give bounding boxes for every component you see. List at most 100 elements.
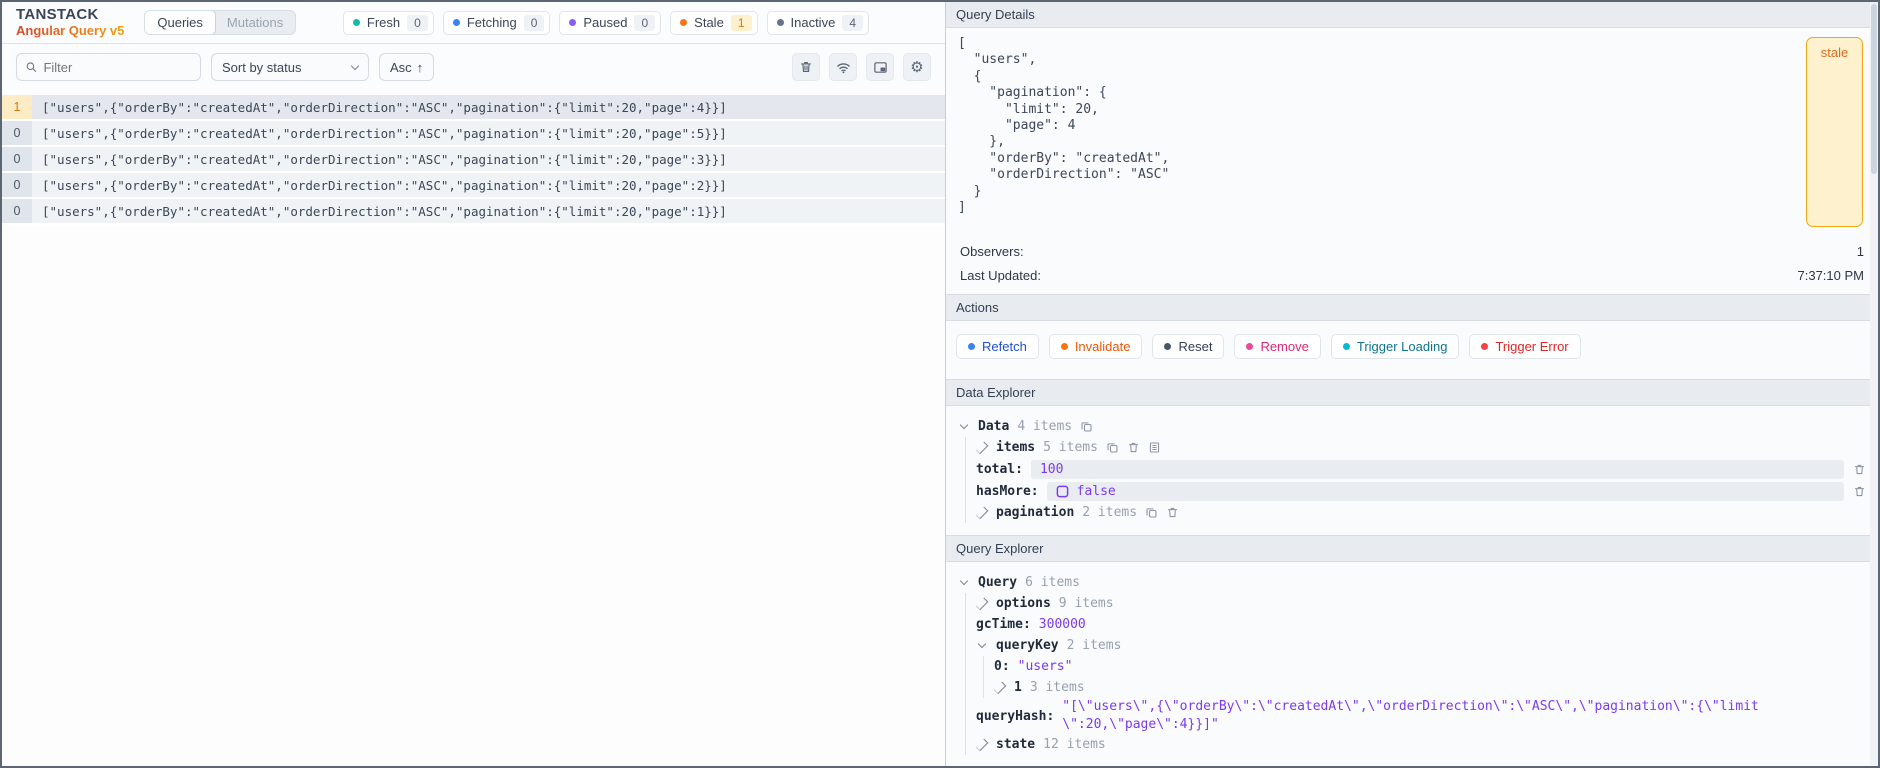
query-children: options 9 items gcTime: 300000 queryKey … [965, 593, 1866, 755]
sort-order-button[interactable]: Asc ↑ [379, 53, 434, 81]
chevron-right-icon [976, 442, 989, 455]
query-details-pane: Query Details [ "users", { "pagination":… [945, 2, 1878, 766]
delete-item-icon[interactable] [1166, 506, 1179, 519]
badge-inactive-count: 4 [842, 15, 863, 31]
wifi-icon [836, 60, 851, 75]
options-meta: 9 items [1059, 596, 1114, 611]
badge-fresh[interactable]: Fresh 0 [343, 11, 434, 35]
pip-icon [873, 60, 888, 75]
trigger-error-dot-icon [1481, 343, 1488, 350]
collapse-expander[interactable] [958, 581, 970, 584]
badge-fetching[interactable]: Fetching 0 [443, 11, 551, 35]
collapse-expander[interactable] [976, 644, 988, 647]
query-status-badge: stale [1806, 37, 1863, 227]
invalidate-dot-icon [1061, 343, 1068, 350]
list-icon[interactable] [1148, 441, 1161, 454]
collapse-expander[interactable] [958, 425, 970, 428]
query-key-json: [ "users", { "pagination": { "limit": 20… [958, 36, 1866, 216]
badge-fresh-label: Fresh [367, 15, 400, 30]
clear-cache-button[interactable] [792, 53, 820, 81]
gctime-label: gcTime: [976, 617, 1031, 632]
delete-field-icon[interactable] [1853, 485, 1866, 498]
filter-input[interactable] [43, 60, 192, 75]
pagination-label: pagination [996, 505, 1074, 520]
query-row[interactable]: 0 ["users",{"orderBy":"createdAt","order… [2, 147, 945, 173]
query-row-selected[interactable]: 1 ["users",{"orderBy":"createdAt","order… [2, 95, 945, 121]
last-updated-value: 7:37:10 PM [1798, 266, 1865, 286]
pagination-meta: 2 items [1082, 505, 1137, 520]
devtools-header: TANSTACK Angular Query v5 Queries Mutati… [2, 2, 945, 44]
trigger-loading-label: Trigger Loading [1357, 339, 1448, 354]
observer-count-badge: 0 [2, 121, 32, 145]
badge-stale[interactable]: Stale 1 [670, 11, 757, 35]
query-key: ["users",{"orderBy":"createdAt","orderDi… [32, 173, 737, 197]
querykey-row: queryKey 2 items [976, 635, 1866, 656]
expand-expander[interactable] [976, 445, 988, 451]
querykey-children: 0: "users" 1 3 items [983, 656, 1866, 698]
query-row[interactable]: 0 ["users",{"orderBy":"createdAt","order… [2, 199, 945, 225]
expand-expander[interactable] [976, 510, 988, 516]
delete-item-icon[interactable] [1127, 441, 1140, 454]
actions-header: Actions [946, 294, 1878, 321]
scrollbar-thumb[interactable] [1871, 4, 1877, 174]
refetch-dot-icon [968, 343, 975, 350]
remove-button[interactable]: Remove [1234, 334, 1320, 359]
total-value-field[interactable]: 100 [1031, 460, 1844, 479]
expand-expander[interactable] [976, 742, 988, 748]
filter-field[interactable] [16, 53, 201, 81]
checkbox-unchecked-icon[interactable] [1056, 485, 1069, 498]
invalidate-button[interactable]: Invalidate [1049, 334, 1143, 359]
trigger-error-button[interactable]: Trigger Error [1469, 334, 1580, 359]
total-row: total: 100 [976, 458, 1866, 480]
key1-meta: 3 items [1030, 680, 1085, 695]
query-explorer-header: Query Explorer [946, 535, 1878, 562]
scrollbar[interactable] [1870, 2, 1878, 766]
observers-row: Observers: 1 [958, 240, 1866, 264]
offline-mode-button[interactable] [829, 53, 857, 81]
query-key: ["users",{"orderBy":"createdAt","orderDi… [32, 147, 737, 171]
queries-pane: TANSTACK Angular Query v5 Queries Mutati… [2, 2, 945, 766]
actions-section: Refetch Invalidate Reset Remove Trigger … [946, 321, 1878, 379]
data-children: items 5 items total: 100 hasMore: false [965, 437, 1866, 523]
tab-queries[interactable]: Queries [144, 10, 216, 35]
trigger-loading-button[interactable]: Trigger Loading [1331, 334, 1460, 359]
expand-expander[interactable] [994, 685, 1006, 691]
refetch-label: Refetch [982, 339, 1027, 354]
pip-mode-button[interactable] [866, 53, 894, 81]
reset-button[interactable]: Reset [1152, 334, 1224, 359]
query-row[interactable]: 0 ["users",{"orderBy":"createdAt","order… [2, 121, 945, 147]
tab-mutations[interactable]: Mutations [215, 11, 295, 34]
badge-fresh-count: 0 [407, 15, 428, 31]
items-row: items 5 items [976, 437, 1866, 458]
key1-label: 1 [1014, 680, 1022, 695]
chevron-down-icon [960, 421, 968, 429]
expand-expander[interactable] [976, 601, 988, 607]
copy-icon[interactable] [1080, 420, 1093, 433]
state-row: state 12 items [976, 734, 1866, 755]
data-root-label: Data [978, 419, 1009, 434]
search-icon [25, 60, 37, 74]
badge-fetching-label: Fetching [467, 15, 517, 30]
copy-icon[interactable] [1145, 506, 1158, 519]
badge-inactive[interactable]: Inactive 4 [767, 11, 870, 35]
observers-value: 1 [1857, 242, 1864, 262]
query-row[interactable]: 0 ["users",{"orderBy":"createdAt","order… [2, 173, 945, 199]
queryhash-value: "[\"users\",{\"orderBy\":\"createdAt\",\… [1062, 698, 1762, 734]
chevron-down-icon [960, 577, 968, 585]
copy-icon[interactable] [1106, 441, 1119, 454]
hasmore-value: false [1077, 484, 1116, 499]
state-label: state [996, 737, 1035, 752]
query-root-label: Query [978, 575, 1017, 590]
total-value: 100 [1040, 462, 1063, 477]
hasmore-value-field[interactable]: false [1047, 482, 1844, 501]
refetch-button[interactable]: Refetch [956, 334, 1039, 359]
badge-paused-count: 0 [634, 15, 655, 31]
key0-label: 0: [994, 659, 1010, 674]
settings-button[interactable]: ⚙ [903, 53, 931, 81]
badge-stale-label: Stale [694, 15, 724, 30]
delete-field-icon[interactable] [1853, 463, 1866, 476]
logo-title: TANSTACK [16, 6, 124, 23]
logo-subtitle: Angular Query v5 [16, 24, 124, 39]
sort-select[interactable]: Sort by status [211, 53, 369, 81]
badge-paused[interactable]: Paused 0 [559, 11, 661, 35]
